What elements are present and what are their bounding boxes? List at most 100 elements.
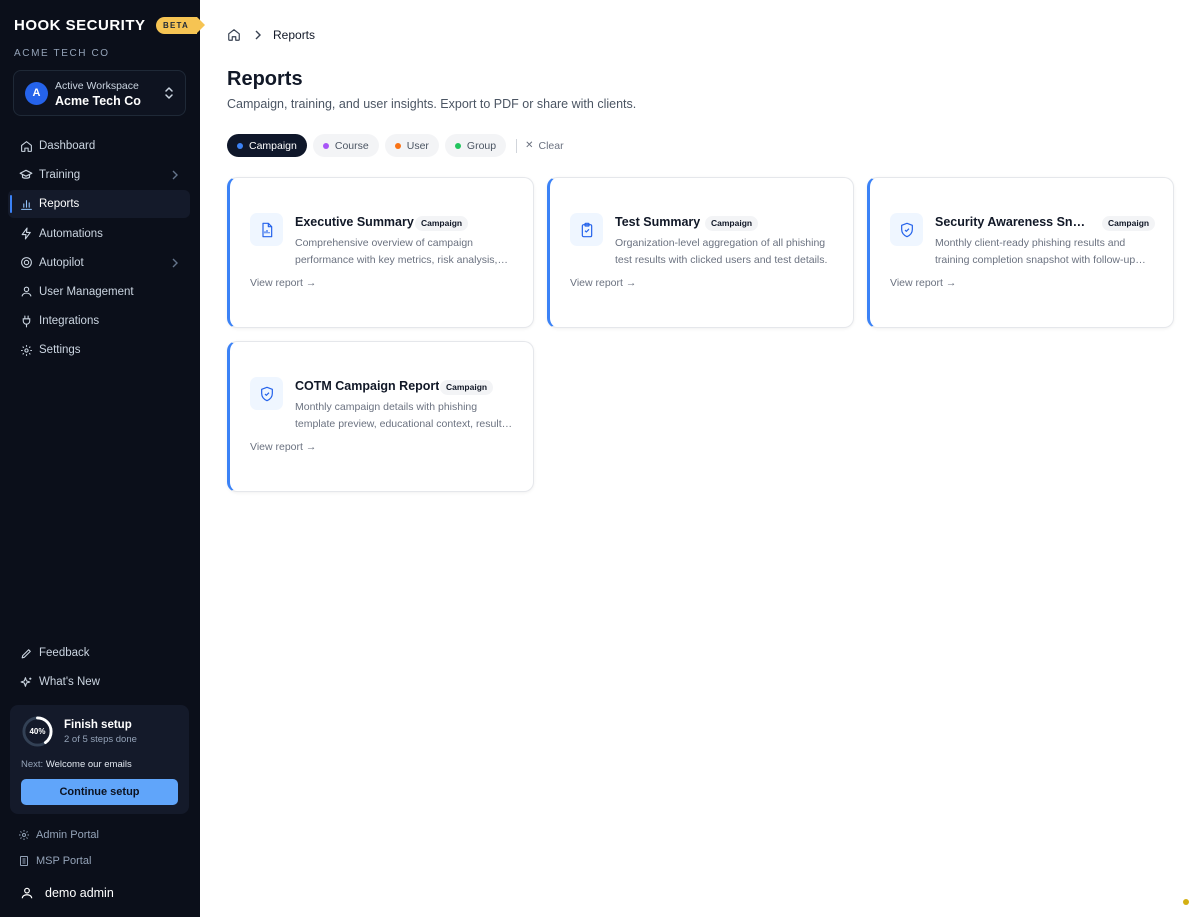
breadcrumb: Reports [227, 27, 315, 43]
page-subtitle: Campaign, training, and user insights. E… [227, 97, 637, 111]
filter-chip-group[interactable]: Group [444, 134, 507, 157]
filter-chip-campaign[interactable]: Campaign [227, 134, 307, 157]
shield-check-icon [890, 213, 923, 246]
user-icon [20, 886, 34, 900]
filter-label: Campaign [249, 139, 297, 152]
admin-portal-link[interactable]: Admin Portal [18, 825, 99, 845]
sidebar-item-whats-new[interactable]: What's New [8, 668, 190, 696]
org-name: ACME TECH CO [14, 48, 110, 59]
sparkles-icon [19, 675, 33, 689]
setup-next-prefix: Next: [21, 759, 44, 770]
sidebar-item-label: User Management [39, 285, 134, 298]
target-icon [19, 256, 33, 270]
report-card-title: Executive Summary [295, 215, 414, 229]
brand-text: HOOK SECURITY [14, 16, 146, 34]
report-card-badge: Campaign [1102, 216, 1156, 231]
sidebar-item-label: Autopilot [39, 256, 84, 269]
beta-badge: BETA [156, 17, 205, 34]
sidebar-item-integrations[interactable]: Integrations [8, 307, 190, 335]
sidebar-item-training[interactable]: Training [8, 161, 190, 189]
brand-logo[interactable]: HOOK SECURITY [14, 16, 146, 34]
sidebar-item-label: Automations [39, 227, 103, 240]
home-icon[interactable] [227, 28, 241, 42]
setup-subtitle: 2 of 5 steps done [64, 734, 137, 745]
home-icon [19, 139, 33, 153]
chevron-right-icon [172, 170, 178, 180]
workspace-name: Acme Tech Co [55, 94, 141, 108]
sidebar: HOOK SECURITY BETA ACME TECH CO A Active… [0, 0, 205, 917]
report-card-executive-summary[interactable]: Executive Summary Campaign Comprehensive… [227, 177, 534, 328]
report-card-description: Monthly campaign details with phishing t… [295, 401, 507, 430]
sidebar-item-autopilot[interactable]: Autopilot [8, 249, 190, 277]
main-content: Reports Reports Campaign, training, and … [200, 0, 1200, 917]
zap-icon [19, 227, 33, 241]
report-card-security-awareness-snapshot[interactable]: Security Awareness Snapshot Campaign Mon… [867, 177, 1174, 328]
msp-portal-label: MSP Portal [36, 855, 92, 867]
sidebar-item-user-management[interactable]: User Management [8, 278, 190, 306]
continue-setup-button[interactable]: Continue setup [21, 779, 178, 805]
pencil-icon [19, 646, 33, 660]
admin-portal-label: Admin Portal [36, 829, 99, 841]
page-title: Reports [227, 68, 303, 90]
sidebar-nav: Dashboard Training Reports Automations A… [8, 132, 190, 366]
sidebar-item-settings[interactable]: Settings [8, 336, 190, 364]
report-card-test-summary[interactable]: Test Summary Campaign Organization-level… [547, 177, 854, 328]
clear-label: Clear [538, 139, 564, 152]
view-report-link[interactable]: View report → [890, 277, 956, 289]
status-indicator [1183, 899, 1189, 905]
clear-filters-button[interactable]: ✕ Clear [525, 140, 563, 152]
setup-progress-card: 40% Finish setup 2 of 5 steps done Next:… [10, 705, 189, 814]
report-card-description: Comprehensive overview of campaign perfo… [295, 237, 498, 266]
sidebar-item-reports[interactable]: Reports [8, 190, 190, 219]
sidebar-item-label: What's New [39, 676, 100, 689]
sidebar-item-feedback[interactable]: Feedback [8, 639, 190, 667]
shield-check-icon [250, 377, 283, 410]
view-report-link[interactable]: View report → [250, 441, 316, 453]
chevron-up-down-icon [165, 87, 173, 99]
filter-dot [237, 142, 243, 149]
report-card-badge: Campaign [440, 380, 494, 395]
workspace-avatar: A [25, 82, 48, 105]
filter-dot [454, 142, 461, 149]
report-card-title: Security Awareness Snapshot [935, 215, 1090, 229]
close-icon: ✕ [525, 140, 534, 151]
sidebar-item-label: Dashboard [39, 140, 96, 152]
bar-chart-icon [19, 197, 33, 211]
graduation-cap-icon [19, 168, 33, 182]
workspace-switcher[interactable]: A Active Workspace Acme Tech Co [13, 70, 186, 116]
breadcrumb-current: Reports [273, 28, 316, 42]
chevron-right-icon [172, 258, 178, 268]
report-card-badge: Campaign [705, 216, 759, 231]
filter-label: User [406, 139, 429, 152]
building-icon [18, 855, 30, 867]
user-menu[interactable]: demo admin [20, 883, 114, 903]
sidebar-item-automations[interactable]: Automations [8, 220, 190, 248]
report-card-description: Monthly client-ready phishing results an… [935, 237, 1136, 266]
filter-chip-user[interactable]: User [384, 134, 439, 157]
workspace-label: Active Workspace [55, 80, 139, 92]
sidebar-item-label: Settings [39, 344, 81, 357]
report-card-cotm-campaign-report[interactable]: COTM Campaign Report Campaign Monthly ca… [227, 341, 534, 492]
view-report-link[interactable]: View report → [250, 277, 316, 289]
user-icon [19, 285, 33, 299]
user-name: demo admin [45, 886, 114, 900]
report-card-description: Organization-level aggregation of all ph… [615, 237, 828, 266]
report-card-title: Test Summary [615, 215, 701, 229]
report-card-badge: Campaign [415, 216, 469, 231]
msp-portal-link[interactable]: MSP Portal [18, 851, 91, 871]
view-report-link[interactable]: View report → [570, 277, 636, 289]
gear-icon [18, 829, 30, 841]
clipboard-check-icon [570, 213, 603, 246]
filter-dot [394, 142, 401, 149]
sidebar-item-dashboard[interactable]: Dashboard [8, 132, 190, 160]
sidebar-item-label: Training [39, 169, 81, 182]
gear-icon [19, 343, 33, 357]
filter-divider [516, 138, 518, 153]
sidebar-item-label: Integrations [39, 315, 100, 328]
sidebar-bottom-nav: Feedback What's New [8, 639, 190, 697]
chevron-right-icon [253, 30, 263, 40]
setup-title: Finish setup [64, 719, 132, 731]
setup-progress-label: 40% [29, 727, 46, 736]
filter-label: Course [334, 139, 369, 152]
filter-chip-course[interactable]: Course [312, 134, 379, 157]
